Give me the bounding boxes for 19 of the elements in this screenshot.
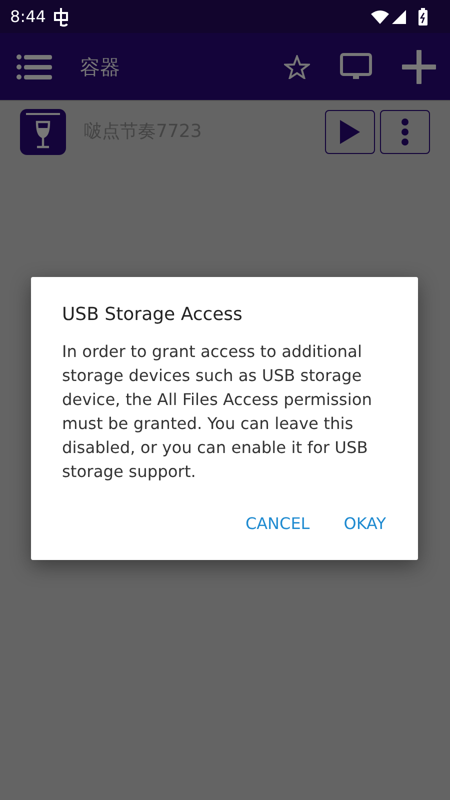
more-icon xyxy=(401,118,409,146)
wifi-icon xyxy=(371,10,389,24)
cancel-button[interactable]: CANCEL xyxy=(243,506,312,542)
wine-glass-icon xyxy=(20,108,66,154)
menu-icon[interactable] xyxy=(16,54,52,80)
more-button[interactable] xyxy=(380,110,430,154)
monitor-icon[interactable] xyxy=(340,52,372,80)
battery-icon xyxy=(418,8,428,26)
notification-icon xyxy=(52,6,70,26)
app-title: 容器 xyxy=(80,54,121,80)
play-icon xyxy=(338,118,362,144)
dialog-title: USB Storage Access xyxy=(62,303,244,327)
okay-button[interactable]: OKAY xyxy=(342,506,388,542)
dialog-message: In order to grant access to additional storage devices such as USB storage device, the All Files Access permission must be granted. You can leave this disabled, or you can enable it for USB storage support. xyxy=(62,341,374,483)
signal-icon xyxy=(392,10,406,24)
status-time: 8:44 xyxy=(10,6,46,28)
star-icon[interactable] xyxy=(284,54,310,78)
add-icon[interactable] xyxy=(402,50,436,84)
play-button[interactable] xyxy=(325,110,375,154)
